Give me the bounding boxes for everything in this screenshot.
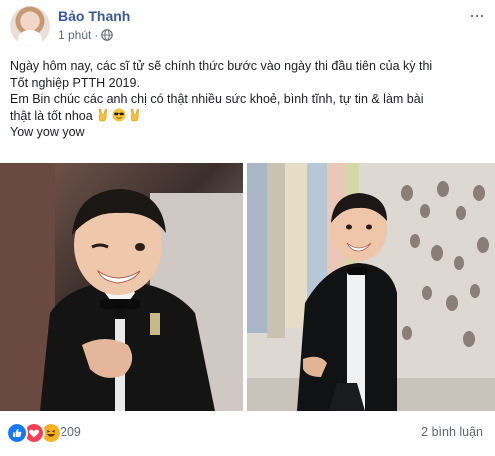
more-options-icon[interactable]: ··· bbox=[469, 6, 485, 24]
post-line-4-text: thật là tốt nhoa bbox=[10, 108, 93, 123]
post-line-1: Ngày hôm nay, các sĩ tử sẽ chính thức bư… bbox=[10, 59, 433, 73]
post-line-5: Yow yow yow bbox=[10, 125, 85, 139]
photo-grid bbox=[0, 163, 495, 411]
post-footer: 209 2 bình luận bbox=[0, 418, 495, 448]
like-icon[interactable] bbox=[6, 422, 28, 444]
post-header: Bảo Thanh 1 phút · ··· bbox=[10, 6, 490, 52]
reaction-count[interactable]: 209 bbox=[60, 425, 81, 439]
facebook-post: Bảo Thanh 1 phút · ··· Ngày hôm nay, các… bbox=[0, 0, 495, 456]
globe-icon[interactable] bbox=[101, 29, 114, 41]
post-body: Ngày hôm nay, các sĩ tử sẽ chính thức bư… bbox=[10, 58, 485, 141]
sign-of-horns-icon bbox=[98, 108, 108, 121]
sunglasses-face-icon bbox=[112, 108, 126, 121]
post-time[interactable]: 1 phút bbox=[58, 28, 91, 42]
post-line-4: thật là tốt nhoa bbox=[10, 108, 485, 125]
sign-of-horns-icon bbox=[130, 108, 140, 121]
reaction-icons[interactable] bbox=[6, 422, 62, 444]
photo-left[interactable] bbox=[0, 163, 243, 411]
post-meta: 1 phút · bbox=[58, 28, 114, 42]
author-name[interactable]: Bảo Thanh bbox=[58, 8, 130, 24]
post-line-2: Tốt nghiệp PTTH 2019. bbox=[10, 75, 140, 90]
meta-separator: · bbox=[94, 28, 99, 42]
photo-right[interactable] bbox=[247, 163, 495, 411]
comment-count[interactable]: 2 bình luận bbox=[421, 425, 483, 439]
post-line-3: Em Bin chúc các anh chị có thật nhiều sứ… bbox=[10, 92, 424, 106]
avatar[interactable] bbox=[10, 6, 50, 46]
